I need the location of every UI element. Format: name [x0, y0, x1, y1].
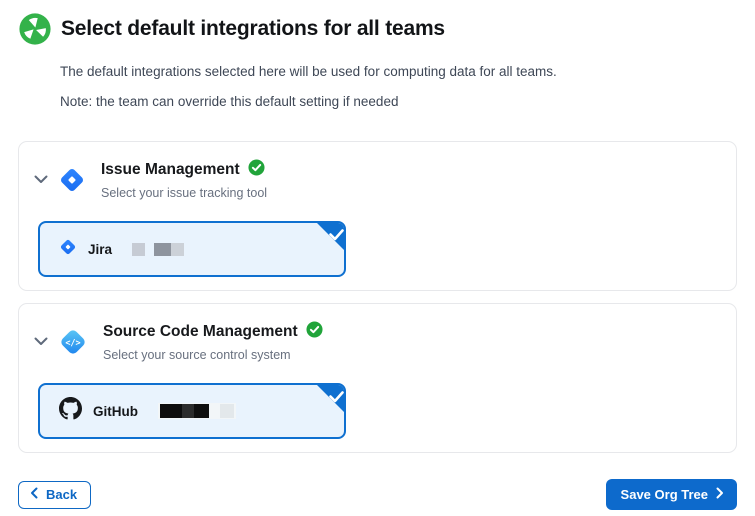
collapse-chevron-down-icon[interactable] [32, 173, 50, 186]
section-source-code-management: </> Source Code Management Select your s… [18, 303, 737, 453]
chevron-left-icon [30, 487, 38, 502]
section-subtitle: Select your issue tracking tool [101, 186, 267, 200]
green-check-circle-icon [248, 159, 265, 181]
green-check-circle-icon [306, 321, 323, 343]
header-description-block: The default integrations selected here w… [60, 64, 737, 109]
redacted-text [132, 243, 184, 256]
selected-corner-check-icon [315, 383, 346, 419]
section-title: Issue Management [101, 161, 240, 179]
integrations-settings-page: Select default integrations for all team… [0, 0, 755, 516]
back-button-label: Back [46, 487, 77, 502]
option-label: Jira [88, 242, 112, 257]
save-button-label: Save Org Tree [621, 487, 708, 502]
page-title: Select default integrations for all team… [61, 17, 445, 41]
section-titles: Issue Management Select your issue track… [101, 159, 267, 200]
svg-text:</>: </> [65, 338, 80, 348]
back-button[interactable]: Back [18, 481, 91, 509]
section-header: Issue Management Select your issue track… [19, 159, 736, 200]
chevron-right-icon [716, 487, 724, 502]
selected-option-jira[interactable]: Jira [38, 221, 346, 277]
section-subtitle: Select your source control system [103, 348, 323, 362]
page-header: Select default integrations for all team… [18, 12, 737, 51]
selected-option-github[interactable]: GitHub [38, 383, 346, 439]
jira-diamond-icon [58, 166, 86, 194]
header-description: The default integrations selected here w… [60, 64, 737, 79]
github-icon [59, 397, 82, 425]
jira-icon [59, 238, 77, 261]
redacted-text [158, 403, 236, 419]
section-titles: Source Code Management Select your sourc… [103, 321, 323, 362]
header-note: Note: the team can override this default… [60, 94, 737, 109]
footer-actions: Back Save Org Tree [18, 479, 737, 510]
collapse-chevron-down-icon[interactable] [32, 335, 50, 348]
save-org-tree-button[interactable]: Save Org Tree [606, 479, 737, 510]
code-diamond-icon: </> [58, 327, 88, 357]
app-logo-pinwheel-icon [18, 12, 52, 51]
section-title: Source Code Management [103, 323, 298, 341]
section-header: </> Source Code Management Select your s… [19, 321, 736, 362]
selected-corner-check-icon [315, 221, 346, 257]
option-label: GitHub [93, 404, 138, 419]
section-issue-management: Issue Management Select your issue track… [18, 141, 737, 291]
